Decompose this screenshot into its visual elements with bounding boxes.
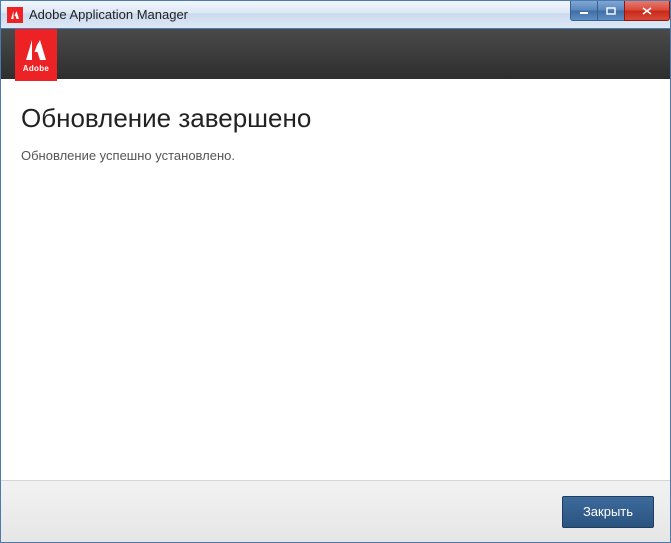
adobe-logo: Adobe [15, 29, 57, 81]
close-window-button[interactable] [624, 1, 670, 21]
page-heading: Обновление завершено [21, 103, 650, 134]
application-window: Adobe Application Manager [0, 0, 671, 543]
maximize-icon [606, 7, 616, 15]
close-button[interactable]: Закрыть [562, 496, 654, 528]
adobe-logo-text: Adobe [23, 64, 49, 73]
adobe-app-icon [7, 7, 23, 23]
status-message: Обновление успешно установлено. [21, 148, 650, 163]
adobe-a-icon [22, 38, 50, 62]
maximize-button[interactable] [597, 1, 625, 21]
footer-bar: Закрыть [1, 480, 670, 542]
minimize-button[interactable] [570, 1, 598, 21]
window-title: Adobe Application Manager [29, 7, 188, 22]
titlebar[interactable]: Adobe Application Manager [1, 1, 670, 29]
close-icon [642, 7, 652, 15]
minimize-icon [579, 7, 589, 15]
content-area: Обновление завершено Обновление успешно … [1, 79, 670, 480]
window-controls [571, 1, 670, 21]
header-band: Adobe [1, 29, 670, 79]
